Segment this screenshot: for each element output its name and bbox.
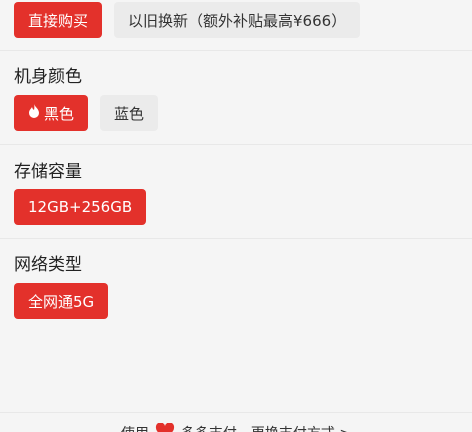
- storage-option-12gb-256gb[interactable]: 12GB+256GB: [14, 189, 147, 225]
- footer-prefix: 使用: [121, 423, 149, 432]
- buy-now-button[interactable]: 直接购买: [14, 2, 103, 38]
- footer-suffix: 多多支付，更换支付方式 >: [181, 423, 351, 432]
- network-options: 全网通5G: [14, 283, 109, 319]
- storage-section-title: 存储容量: [14, 162, 82, 182]
- network-section-title: 网络类型: [14, 255, 82, 275]
- color-option-blue[interactable]: 蓝色: [100, 95, 159, 131]
- flame-icon: [28, 104, 40, 122]
- color-options: 黑色 蓝色: [14, 95, 159, 131]
- color-option-label: 蓝色: [114, 104, 145, 123]
- duoduo-pay-icon: [155, 422, 175, 432]
- network-option-5g[interactable]: 全网通5G: [14, 283, 109, 319]
- trade-in-button[interactable]: 以旧换新（额外补贴最高¥666）: [114, 2, 361, 38]
- divider: [0, 144, 472, 145]
- divider: [0, 50, 472, 51]
- divider: [0, 238, 472, 239]
- storage-options: 12GB+256GB: [14, 189, 147, 225]
- color-option-black[interactable]: 黑色: [14, 95, 89, 131]
- color-option-label: 黑色: [44, 104, 75, 123]
- purchase-mode-row: 直接购买 以旧换新（额外补贴最高¥666）: [14, 2, 361, 38]
- color-section-title: 机身颜色: [14, 67, 82, 87]
- payment-method-bar[interactable]: 使用 多多支付，更换支付方式 >: [0, 412, 472, 432]
